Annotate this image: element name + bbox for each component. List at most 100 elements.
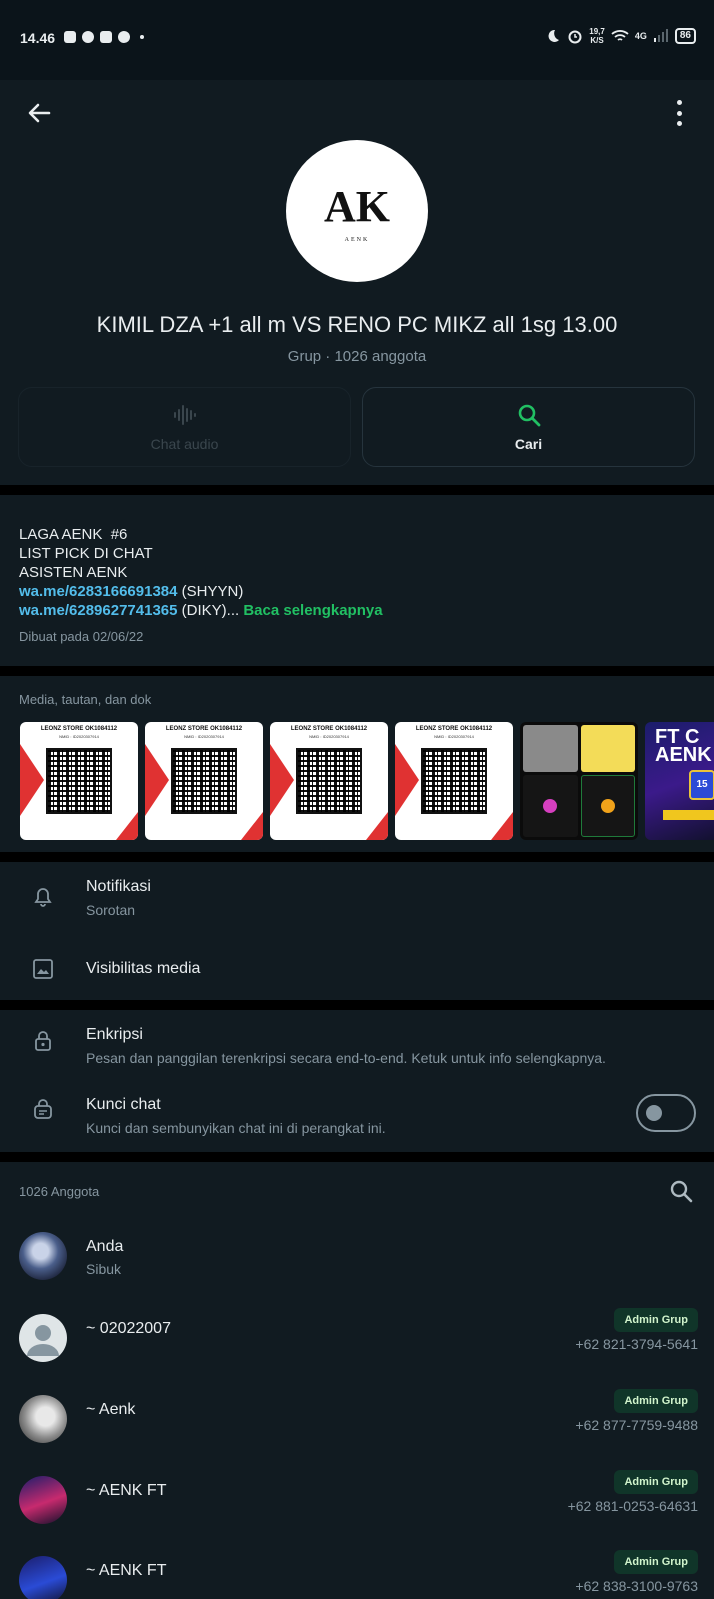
members-section: 1026 Anggota Anda Sibuk ~ 02022007 Admin… <box>0 1162 714 1599</box>
discord-icon <box>64 31 76 43</box>
encryption-sub: Pesan dan panggilan terenkripsi secara e… <box>86 1050 606 1066</box>
avatar <box>19 1556 67 1599</box>
qr-code <box>171 748 237 814</box>
chat-lock-toggle[interactable] <box>636 1094 696 1132</box>
media-thumbnail[interactable]: LEONZ STORE OK1084112 NMID : ID202030791… <box>395 722 513 840</box>
divider <box>0 1000 714 1010</box>
avatar <box>19 1314 67 1362</box>
alarm-icon <box>568 30 582 44</box>
wifi-icon <box>611 30 629 41</box>
image-icon <box>33 959 53 979</box>
qr-code <box>296 748 362 814</box>
read-more-link[interactable]: Baca selengkapnya <box>243 602 382 619</box>
member-name: ~ Aenk <box>86 1401 136 1418</box>
media-thumbnail[interactable] <box>520 722 638 840</box>
encryption-row[interactable]: Enkripsi Pesan dan panggilan terenkripsi… <box>0 1010 714 1080</box>
group-avatar[interactable]: AK AENK <box>286 140 428 282</box>
qr-code <box>421 748 487 814</box>
group-description[interactable]: LAGA AENK #6 LIST PICK DI CHAT ASISTEN A… <box>0 495 714 666</box>
notifications-title: Notifikasi <box>86 878 151 895</box>
encryption-title: Enkripsi <box>86 1026 143 1043</box>
members-count-title: 1026 Anggota <box>19 1184 100 1199</box>
chat-lock-sub: Kunci dan sembunyikan chat ini di perang… <box>86 1120 386 1136</box>
member-status: Sibuk <box>86 1261 122 1277</box>
instagram-icon <box>100 31 112 43</box>
media-thumbnail[interactable]: LEONZ STORE OK1084112 NMID : ID202030791… <box>145 722 263 840</box>
description-line: ASISTEN AENK <box>19 564 128 581</box>
member-row[interactable]: ~ AENK FT Admin Grup +62 881-0253-64631 <box>0 1470 714 1556</box>
admin-badge: Admin Grup <box>614 1389 698 1413</box>
back-arrow-icon[interactable] <box>24 98 54 128</box>
member-phone: +62 881-0253-64631 <box>567 1498 698 1514</box>
messenger-icon <box>118 31 130 43</box>
lock-icon <box>35 1031 51 1051</box>
member-phone: +62 877-7759-9488 <box>575 1417 698 1433</box>
more-notifications-dot <box>140 35 144 39</box>
members-search-icon[interactable] <box>668 1178 694 1204</box>
media-thumbnails: LEONZ STORE OK1084112 NMID : ID202030791… <box>20 722 714 840</box>
media-thumbnail[interactable]: LEONZ STORE OK1084112 NMID : ID202030791… <box>270 722 388 840</box>
member-name: ~ AENK FT <box>86 1482 167 1499</box>
description-line: LAGA AENK #6 <box>19 526 128 543</box>
default-avatar-icon <box>27 1325 59 1356</box>
description-link[interactable]: wa.me/6283166691384 <box>19 583 177 600</box>
description-line: LIST PICK DI CHAT <box>19 545 153 562</box>
net-speed: 19,7 K/S <box>589 27 605 45</box>
bell-icon <box>34 888 52 907</box>
media-section-title: Media, tautan, dan dok <box>19 692 152 707</box>
description-line: wa.me/6289627741365 (DIKY)... Baca selen… <box>19 602 383 619</box>
svg-text:AENK: AENK <box>345 237 370 243</box>
notification-icons <box>64 31 144 43</box>
member-name: ~ 02022007 <box>86 1320 171 1337</box>
audio-chat-button[interactable]: Chat audio <box>18 387 351 467</box>
admin-badge: Admin Grup <box>614 1470 698 1494</box>
signal-icon <box>653 29 668 42</box>
status-indicators: 19,7 K/S 4G 86 <box>545 27 696 45</box>
moon-icon <box>548 29 560 42</box>
created-date: Dibuat pada 02/06/22 <box>19 629 144 644</box>
group-header: AK AENK KIMIL DZA +1 all m VS RENO PC MI… <box>0 80 714 485</box>
member-name: ~ AENK FT <box>86 1562 167 1579</box>
member-row[interactable]: Anda Sibuk <box>0 1232 714 1312</box>
search-label: Cari <box>514 436 543 452</box>
audio-chat-label: Chat audio <box>150 436 219 452</box>
search-button[interactable]: Cari <box>362 387 695 467</box>
media-thumbnail[interactable]: LEONZ STORE OK1084112 NMID : ID202030791… <box>20 722 138 840</box>
member-row[interactable]: ~ AENK FT Admin Grup +62 838-3100-9763 <box>0 1550 714 1599</box>
media-visibility-title: Visibilitas media <box>86 960 201 977</box>
notifications-sub: Sorotan <box>86 902 136 918</box>
settings-group-2: Enkripsi Pesan dan panggilan terenkripsi… <box>0 1010 714 1152</box>
settings-group-1: Notifikasi Sorotan Visibilitas media <box>0 862 714 1000</box>
member-name: Anda <box>86 1238 124 1255</box>
avatar <box>19 1395 67 1443</box>
chat-lock-icon <box>34 1099 52 1119</box>
avatar <box>19 1476 67 1524</box>
admin-badge: Admin Grup <box>614 1308 698 1332</box>
description-link[interactable]: wa.me/6289627741365 <box>19 602 177 619</box>
divider <box>0 852 714 862</box>
description-line: wa.me/6283166691384 (SHYYN) <box>19 583 244 600</box>
battery-indicator: 86 <box>674 28 696 44</box>
member-row[interactable]: ~ Aenk Admin Grup +62 877-7759-9488 <box>0 1389 714 1475</box>
toggle-knob <box>646 1105 662 1121</box>
chat-lock-title: Kunci chat <box>86 1096 161 1113</box>
group-member-count: Grup · 1026 anggota <box>287 348 427 365</box>
svg-text:AK: AK <box>324 182 390 231</box>
divider <box>0 666 714 676</box>
admin-badge: Admin Grup <box>614 1550 698 1574</box>
waveform-icon <box>173 405 196 425</box>
aenk-logo: AK AENK <box>324 182 390 243</box>
search-icon <box>518 404 540 427</box>
chat-lock-row[interactable]: Kunci chat Kunci dan sembunyikan chat in… <box>0 1080 714 1152</box>
status-time: 14.46 <box>20 30 56 46</box>
member-row[interactable]: ~ 02022007 Admin Grup +62 821-3794-5641 <box>0 1308 714 1394</box>
group-name[interactable]: KIMIL DZA +1 all m VS RENO PC MIKZ all 1… <box>0 312 714 338</box>
media-section[interactable]: Media, tautan, dan dok LEONZ STORE OK108… <box>0 676 714 852</box>
member-phone: +62 838-3100-9763 <box>575 1578 698 1594</box>
member-phone: +62 821-3794-5641 <box>575 1336 698 1352</box>
notifications-row[interactable]: Notifikasi Sorotan <box>0 862 714 938</box>
media-visibility-row[interactable]: Visibilitas media <box>0 938 714 1000</box>
media-thumbnail[interactable]: FT C AENK 15 <box>645 722 714 840</box>
chat-bubble-icon <box>82 31 94 43</box>
more-options-icon[interactable] <box>674 100 684 126</box>
